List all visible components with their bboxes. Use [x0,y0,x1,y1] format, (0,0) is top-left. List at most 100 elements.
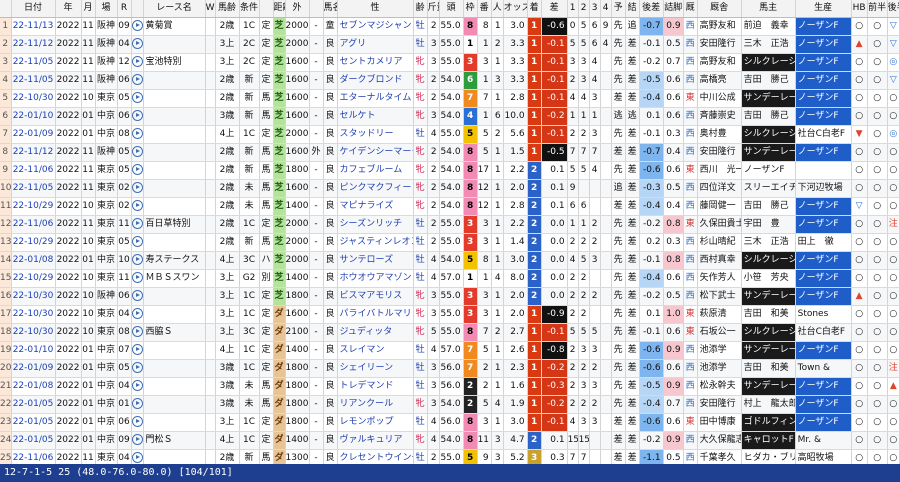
race-date[interactable]: 22-01/05 [11,413,56,432]
play-icon[interactable] [131,20,143,31]
play-icon[interactable] [131,272,143,283]
replay-button[interactable] [131,125,144,144]
race-date[interactable]: 22-11/12 [11,35,56,54]
play-icon[interactable] [131,92,143,103]
table-row[interactable]: 14 22-01/08 2022 01 中京 10 寿ステークス 4上 3C ハ芝 2000- 良サン… [0,251,900,270]
race-date[interactable]: 22-01/09 [11,125,56,144]
horse-name[interactable]: ジュディッタ [337,323,414,342]
column-header[interactable]: 馬主 [741,0,796,18]
table-row[interactable]: 6 22-01/10 2022 01 中京 06 3歳新馬芝 1600- 良セルケト牝 3 54.0… [0,107,900,126]
replay-button[interactable] [131,53,144,72]
horse-name[interactable]: セブンマジシャン [337,17,414,36]
column-header[interactable] [131,0,144,18]
horse-name[interactable]: エターナルタイム [337,89,414,108]
replay-button[interactable] [131,341,144,360]
replay-button[interactable] [131,377,144,396]
column-header[interactable]: 後差 [639,0,664,18]
table-row[interactable]: 9 22-11/06 2022 11 東京 05 2歳新馬芝 1800- 良カフェブルーム牝 2 5… [0,161,900,180]
horse-name[interactable]: ダークブロンド [337,71,414,90]
table-row[interactable]: 24 22-01/05 2022 01 中京 09 門松Ｓ 4上 1C 定ダ 1400- 良ヴァルキュ… [0,431,900,450]
column-header[interactable]: 後半 [887,0,900,18]
horse-name[interactable]: ケイデンシーマーク [337,143,414,162]
replay-button[interactable] [131,143,144,162]
column-header[interactable]: 1 [567,0,579,18]
race-date[interactable]: 22-10/30 [11,323,56,342]
table-row[interactable]: 20 22-01/09 2022 01 中京 05 3歳 1C 定ダ 1800- 良シェイリーン牡 3… [0,359,900,378]
race-date[interactable]: 22-11/05 [11,53,56,72]
horse-name[interactable]: カフェブルーム [337,161,414,180]
table-row[interactable]: 7 22-01/09 2022 01 中京 08 4上 1C 定芝 2000- 良スタッドリー牡 4 5… [0,125,900,144]
race-date[interactable]: 22-11/06 [11,161,56,180]
replay-button[interactable] [131,359,144,378]
horse-name[interactable]: パライバトルマリン [337,305,414,324]
replay-button[interactable] [131,269,144,288]
table-row[interactable]: 12 22-11/06 2022 11 東京 11 百日草特別 2歳 1C 定芝 2000- 良シーズ… [0,215,900,234]
column-header[interactable]: 年 [55,0,82,18]
race-date[interactable]: 22-11/12 [11,143,56,162]
race-date[interactable]: 22-10/29 [11,197,56,216]
play-icon[interactable] [131,344,143,355]
column-header[interactable]: 馬名 [323,0,338,18]
table-row[interactable]: 10 22-11/05 2022 11 東京 02 2歳未馬芝 1600- 良ピンクマクフィー牝… [0,179,900,198]
table-row[interactable]: 1 22-11/13 2022 11 阪神 09 黄菊賞 2歳 1C 定芝 2000- 童セブンマジシ… [0,17,900,36]
play-icon[interactable] [131,146,143,157]
play-icon[interactable] [131,236,143,247]
play-icon[interactable] [131,74,143,85]
replay-button[interactable] [131,251,144,270]
column-header[interactable]: 馬齢 [215,0,240,18]
race-date[interactable]: 22-01/08 [11,251,56,270]
play-icon[interactable] [131,164,143,175]
race-date[interactable]: 22-01/09 [11,359,56,378]
table-row[interactable]: 5 22-10/30 2022 10 東京 05 2歳新馬芝 1600- 良エターナルタイム牝 2… [0,89,900,108]
table-row[interactable]: 23 22-01/05 2022 01 中京 06 3上 1C 定ダ 1800- 良レモンポップ牡 4… [0,413,900,432]
race-date[interactable]: 22-11/13 [11,17,56,36]
column-header[interactable] [309,0,324,18]
race-date[interactable]: 22-01/05 [11,395,56,414]
table-row[interactable]: 19 22-01/10 2022 01 中京 07 4上 1C 定ダ 1400- 良スレイマン牡 4 5… [0,341,900,360]
replay-button[interactable] [131,233,144,252]
column-header[interactable]: 枠 [463,0,478,18]
replay-button[interactable] [131,287,144,306]
column-header[interactable]: 斤量 [427,0,440,18]
column-header[interactable] [0,0,12,18]
play-icon[interactable] [131,200,143,211]
table-row[interactable]: 21 22-01/08 2022 01 中京 04 3歳未馬ダ 1800- 良トレデマンド牡 3 5… [0,377,900,396]
replay-button[interactable] [131,107,144,126]
play-icon[interactable] [131,218,143,229]
column-header[interactable]: オッズ [503,0,528,18]
table-row[interactable]: 15 22-10/29 2022 10 東京 11 ＭＢＳスワン 3上 G2 別芝 1400- 良ホウ… [0,269,900,288]
column-header[interactable]: 番 [477,0,492,18]
column-header[interactable]: 条件 [239,0,260,18]
race-date[interactable]: 22-01/08 [11,377,56,396]
column-header[interactable]: 人 [491,0,504,18]
column-header[interactable]: 性 [337,0,414,18]
column-header[interactable]: 3 [589,0,601,18]
race-date[interactable]: 22-10/30 [11,89,56,108]
column-header[interactable]: 頭 [439,0,464,18]
column-header[interactable]: 生産 [795,0,852,18]
race-date[interactable]: 22-11/05 [11,179,56,198]
table-row[interactable]: 11 22-10/29 2022 10 東京 02 2歳未馬芝 1400- 良マピナライズ牝 2 5… [0,197,900,216]
replay-button[interactable] [131,161,144,180]
replay-button[interactable] [131,305,144,324]
table-row[interactable]: 3 22-11/05 2022 11 阪神 12 宝池特別 3上 2C 定芝 1600- 良セントカメ… [0,53,900,72]
column-header[interactable]: W [205,0,216,18]
play-icon[interactable] [131,290,143,301]
replay-button[interactable] [131,431,144,450]
play-icon[interactable] [131,362,143,373]
horse-name[interactable]: スレイマン [337,341,414,360]
race-date[interactable]: 22-01/05 [11,431,56,450]
column-header[interactable]: レース名 [143,0,206,18]
horse-name[interactable]: ビスマアモリス [337,287,414,306]
column-header[interactable]: 場 [95,0,118,18]
column-header[interactable]: 距離 [273,0,286,18]
race-date[interactable]: 22-11/05 [11,71,56,90]
horse-name[interactable]: ホウオウアマゾン [337,269,414,288]
play-icon[interactable] [131,380,143,391]
column-header[interactable]: 厩舎 [697,0,742,18]
column-header[interactable]: 4 [600,0,612,18]
table-row[interactable]: 16 22-10/30 2022 10 阪神 06 3上 1C 定芝 1800- 良ビスマアモリス牝… [0,287,900,306]
race-date[interactable]: 22-10/29 [11,269,56,288]
table-row[interactable]: 17 22-10/30 2022 10 東京 04 3上 1C 定ダ 1600- 良パライバトルマリ… [0,305,900,324]
play-icon[interactable] [131,128,143,139]
